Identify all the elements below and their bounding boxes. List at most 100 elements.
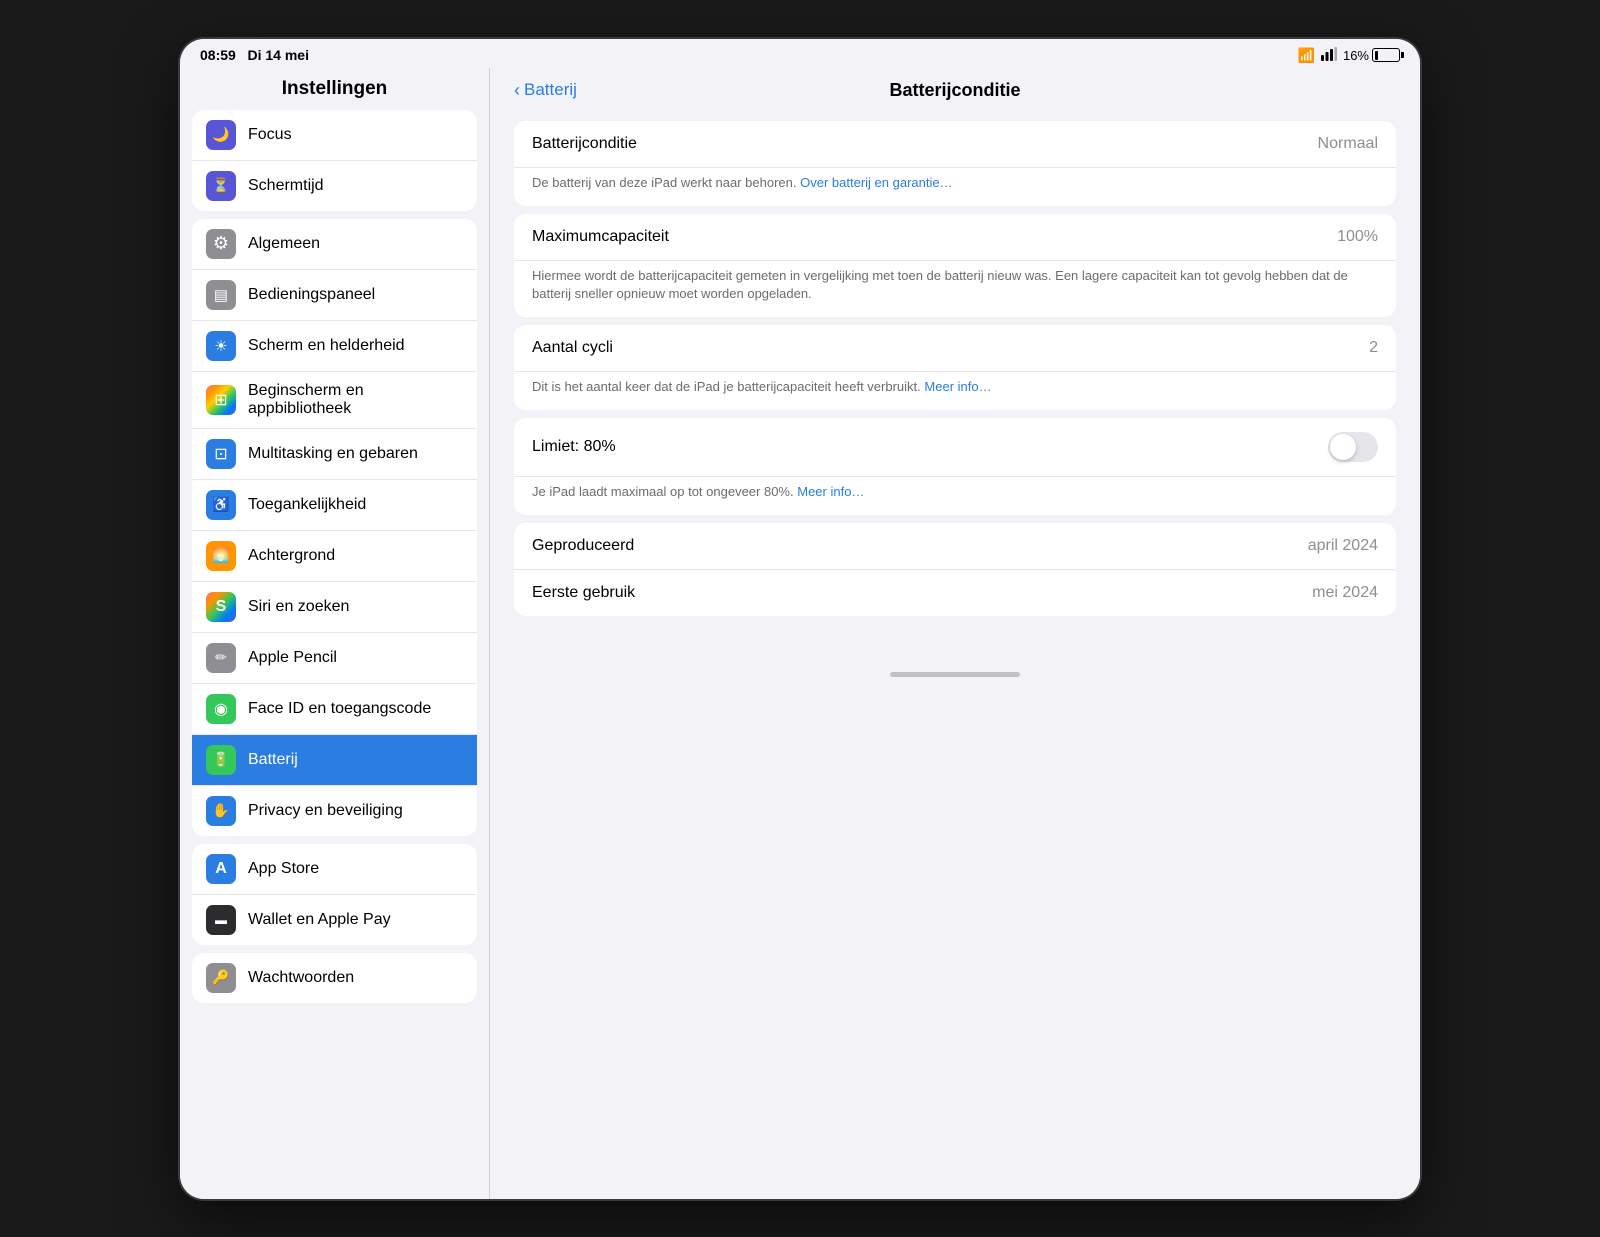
sidebar-item-wallet[interactable]: ▬ Wallet en Apple Pay bbox=[192, 895, 477, 945]
wallet-icon: ▬ bbox=[206, 905, 236, 935]
sidebar-item-schermtijd[interactable]: Schermtijd bbox=[192, 161, 477, 211]
privacy-icon: ✋ bbox=[206, 796, 236, 826]
status-date: Di 14 mei bbox=[247, 47, 308, 63]
sidebar-item-beginscherm[interactable]: ⊞ Beginscherm en appbibliotheek bbox=[192, 372, 477, 429]
sidebar-item-algemeen-label: Algemeen bbox=[248, 235, 320, 253]
battery-icon bbox=[1372, 48, 1400, 62]
sidebar-title: Instellingen bbox=[180, 68, 489, 110]
appstore-icon: A bbox=[206, 854, 236, 884]
maximumcapaciteit-description: Hiermee wordt de batterijcapaciteit geme… bbox=[514, 261, 1396, 317]
limiet-row: Limiet: 80% bbox=[514, 418, 1396, 477]
sidebar-item-faceid-label: Face ID en toegangscode bbox=[248, 700, 431, 718]
cycli-meer-info-link[interactable]: Meer info… bbox=[924, 379, 991, 394]
moon-icon bbox=[212, 126, 229, 144]
sidebar-section-3: A App Store ▬ Wallet en Apple Pay bbox=[192, 844, 477, 945]
pencil-icon: ✏ bbox=[206, 643, 236, 673]
sidebar-item-toegankelijkheid[interactable]: ♿ Toegankelijkheid bbox=[192, 480, 477, 531]
sidebar: Instellingen Focus Schermtijd bbox=[180, 68, 490, 1199]
algemeen-icon: ⚙ bbox=[206, 229, 236, 259]
sidebar-section-1: Focus Schermtijd bbox=[192, 110, 477, 211]
home-indicator bbox=[490, 664, 1420, 683]
signal-icon bbox=[1321, 47, 1337, 64]
control-icon: ▤ bbox=[206, 280, 236, 310]
detail-body: Batterijconditie Normaal De batterij van… bbox=[490, 113, 1420, 665]
sidebar-item-homescreen-label: Beginscherm en appbibliotheek bbox=[248, 382, 463, 418]
detail-panel: ‹ Batterij Batterijconditie Batterijcond… bbox=[490, 68, 1420, 1199]
aantlcycli-row: Aantal cycli 2 bbox=[514, 325, 1396, 372]
back-label: Batterij bbox=[524, 80, 577, 100]
sidebar-item-applepencil[interactable]: ✏ Apple Pencil bbox=[192, 633, 477, 684]
aantlcycli-card: Aantal cycli 2 Dit is het aantal keer da… bbox=[514, 325, 1396, 410]
sidebar-item-schermtijd-label: Schermtijd bbox=[248, 177, 324, 195]
siri-icon: S bbox=[206, 592, 236, 622]
sidebar-item-achtergrond[interactable]: 🌅 Achtergrond bbox=[192, 531, 477, 582]
sidebar-item-display-label: Scherm en helderheid bbox=[248, 337, 405, 355]
wifi-icon: 📶 bbox=[1298, 47, 1315, 64]
batterijconditie-label: Batterijconditie bbox=[532, 135, 637, 153]
main-content: Instellingen Focus Schermtijd bbox=[180, 68, 1420, 1199]
battery-fill bbox=[1375, 51, 1379, 60]
sidebar-item-multitasking[interactable]: ⊡ Multitasking en gebaren bbox=[192, 429, 477, 480]
maximumcapaciteit-card: Maximumcapaciteit 100% Hiermee wordt de … bbox=[514, 214, 1396, 317]
multitask-icon: ⊡ bbox=[206, 439, 236, 469]
maximumcapaciteit-value: 100% bbox=[1337, 228, 1378, 246]
sidebar-item-accessibility-label: Toegankelijkheid bbox=[248, 496, 366, 514]
geproduceerd-row: Geproduceerd april 2024 bbox=[514, 523, 1396, 570]
sidebar-item-batterij[interactable]: 🔋 Batterij bbox=[192, 735, 477, 786]
display-icon: ☀ bbox=[206, 331, 236, 361]
sidebar-item-wachtwoorden[interactable]: 🔑 Wachtwoorden bbox=[192, 953, 477, 1003]
sidebar-item-battery-label: Batterij bbox=[248, 751, 298, 769]
screentime-icon bbox=[206, 171, 236, 201]
status-time-date: 08:59 Di 14 mei bbox=[200, 47, 309, 63]
eerstegebruik-value: mei 2024 bbox=[1312, 584, 1378, 602]
sidebar-item-passwords-label: Wachtwoorden bbox=[248, 969, 354, 987]
sidebar-item-privacy[interactable]: ✋ Privacy en beveiliging bbox=[192, 786, 477, 836]
batterij-garantie-link[interactable]: Over batterij en garantie… bbox=[800, 175, 952, 190]
eerstegebruik-row: Eerste gebruik mei 2024 bbox=[514, 570, 1396, 616]
aantlcycli-value: 2 bbox=[1369, 339, 1378, 357]
limiet-toggle[interactable] bbox=[1328, 432, 1378, 462]
sidebar-section-4: 🔑 Wachtwoorden bbox=[192, 953, 477, 1003]
aantlcycli-label: Aantal cycli bbox=[532, 339, 613, 357]
sidebar-item-appstore-label: App Store bbox=[248, 860, 319, 878]
detail-header: ‹ Batterij Batterijconditie bbox=[490, 68, 1420, 113]
productinfo-card: Geproduceerd april 2024 Eerste gebruik m… bbox=[514, 523, 1396, 616]
sidebar-item-scherm[interactable]: ☀ Scherm en helderheid bbox=[192, 321, 477, 372]
batterijconditie-value: Normaal bbox=[1318, 135, 1378, 153]
faceid-icon: ◉ bbox=[206, 694, 236, 724]
sidebar-item-wallpaper-label: Achtergrond bbox=[248, 547, 335, 565]
battery-percent: 16% bbox=[1343, 48, 1369, 63]
sidebar-item-control-label: Bedieningspaneel bbox=[248, 286, 375, 304]
sidebar-item-algemeen[interactable]: ⚙ Algemeen bbox=[192, 219, 477, 270]
focus-icon bbox=[206, 120, 236, 150]
homescreen-icon: ⊞ bbox=[206, 385, 236, 415]
ipad-frame: 08:59 Di 14 mei 📶 16% bbox=[180, 39, 1420, 1199]
sidebar-item-bedieningspaneel[interactable]: ▤ Bedieningspaneel bbox=[192, 270, 477, 321]
sidebar-item-siri[interactable]: S Siri en zoeken bbox=[192, 582, 477, 633]
wallpaper-icon: 🌅 bbox=[206, 541, 236, 571]
sidebar-item-focus-label: Focus bbox=[248, 126, 292, 144]
battery-status: 16% bbox=[1343, 48, 1400, 63]
sidebar-item-focus[interactable]: Focus bbox=[192, 110, 477, 161]
status-bar: 08:59 Di 14 mei 📶 16% bbox=[180, 39, 1420, 68]
maximumcapaciteit-row: Maximumcapaciteit 100% bbox=[514, 214, 1396, 261]
limiet-meer-info-link[interactable]: Meer info… bbox=[797, 484, 864, 499]
accessibility-icon: ♿ bbox=[206, 490, 236, 520]
sidebar-item-wallet-label: Wallet en Apple Pay bbox=[248, 911, 391, 929]
sidebar-item-faceid[interactable]: ◉ Face ID en toegangscode bbox=[192, 684, 477, 735]
back-chevron-icon: ‹ bbox=[514, 80, 520, 101]
batterijconditie-row: Batterijconditie Normaal bbox=[514, 121, 1396, 168]
geproduceerd-label: Geproduceerd bbox=[532, 537, 634, 555]
passwords-icon: 🔑 bbox=[206, 963, 236, 993]
batterijconditie-card: Batterijconditie Normaal De batterij van… bbox=[514, 121, 1396, 206]
sidebar-item-appstore[interactable]: A App Store bbox=[192, 844, 477, 895]
sidebar-item-multitask-label: Multitasking en gebaren bbox=[248, 445, 418, 463]
status-time: 08:59 bbox=[200, 47, 236, 63]
battery-menu-icon: 🔋 bbox=[206, 745, 236, 775]
sidebar-item-privacy-label: Privacy en beveiliging bbox=[248, 802, 403, 820]
limiet-label: Limiet: 80% bbox=[532, 438, 616, 456]
geproduceerd-value: april 2024 bbox=[1308, 537, 1378, 555]
ipad-screen: 08:59 Di 14 mei 📶 16% bbox=[180, 39, 1420, 1199]
eerstegebruik-label: Eerste gebruik bbox=[532, 584, 635, 602]
back-button[interactable]: ‹ Batterij bbox=[514, 80, 577, 101]
